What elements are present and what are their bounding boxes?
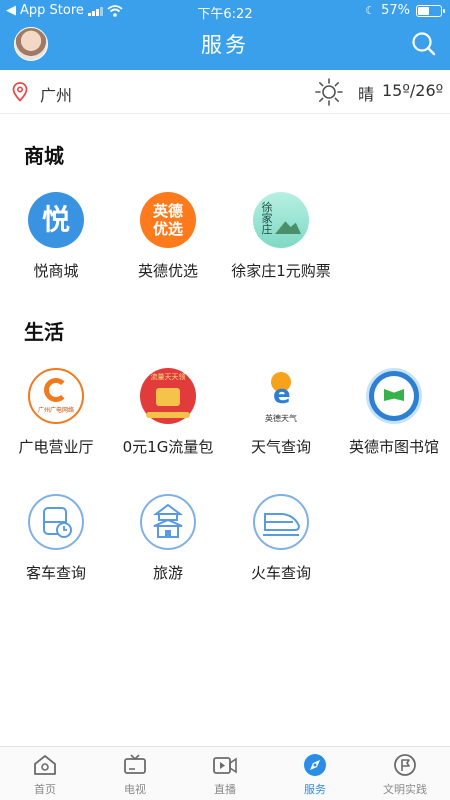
mountain-shape xyxy=(275,221,301,234)
section-title-life: 生活 xyxy=(24,320,64,344)
tab-home[interactable]: 首页 xyxy=(0,753,90,797)
status-right: ☾ 57% xyxy=(365,3,445,18)
tab-label: 直播 xyxy=(214,783,236,796)
tab-label: 服务 xyxy=(304,783,326,796)
search-icon[interactable] xyxy=(410,30,438,58)
e-logo: e xyxy=(273,380,291,410)
icon-text: 流量天天领 xyxy=(150,373,186,381)
tile-label: 徐家庄1元购票 xyxy=(231,262,331,280)
tile-library[interactable]: 英德市图书馆 xyxy=(338,368,450,457)
tile-label: 英德市图书馆 xyxy=(348,438,439,456)
icon-text: 英德天气 xyxy=(265,414,297,423)
yingde-youxuan-icon: 英德 优选 xyxy=(140,192,196,248)
bus-icon-graphic xyxy=(43,507,72,538)
bottom-tab-bar: 首页 电视 直播 服务 文明实践 xyxy=(0,746,450,800)
icon-text: 徐家庄 xyxy=(261,201,273,236)
tile-data-package[interactable]: 流量天天领 0元1G流量包 xyxy=(112,368,224,457)
tile-label: 广电营业厅 xyxy=(18,438,94,456)
icon-text: 英德 xyxy=(152,202,183,220)
tile-weather-query[interactable]: e 英德天气 天气查询 xyxy=(225,368,337,457)
tile-yingde-youxuan[interactable]: 英德 优选 英德优选 xyxy=(112,192,224,281)
header: ◀ App Store 下午6:22 ☾ 57% 服务 xyxy=(0,0,450,70)
tile-label: 火车查询 xyxy=(250,564,311,582)
weather-condition: 晴 xyxy=(358,85,375,104)
gift-box-shape xyxy=(156,388,180,406)
status-bar: ◀ App Store 下午6:22 ☾ 57% xyxy=(0,0,450,22)
tab-label: 文明实践 xyxy=(383,783,427,796)
tile-bus[interactable]: 客车查询 xyxy=(0,494,112,583)
page-title: 服务 xyxy=(201,33,249,57)
tile-train[interactable]: 火车查询 xyxy=(225,494,337,583)
tile-label: 0元1G流量包 xyxy=(122,438,214,456)
tv-icon xyxy=(124,754,146,774)
train-icon-graphic xyxy=(263,513,301,536)
tile-label: 英德优选 xyxy=(137,262,198,280)
xujiazhuang-icon: 徐家庄 xyxy=(253,192,309,248)
battery-percent: 57% xyxy=(381,3,410,18)
train-icon xyxy=(253,494,309,550)
weather-temperature: 15º/26º xyxy=(382,81,444,100)
battery-icon xyxy=(416,4,445,17)
g-logo xyxy=(44,378,68,402)
tile-label: 旅游 xyxy=(152,564,183,582)
tab-civilization[interactable]: 文明实践 xyxy=(360,753,450,797)
yue-mall-icon: 悦 xyxy=(28,192,84,248)
tile-travel[interactable]: 旅游 xyxy=(112,494,224,583)
temple-icon-graphic xyxy=(153,503,183,538)
live-icon xyxy=(213,757,237,774)
tab-service[interactable]: 服务 xyxy=(270,753,360,797)
banner-shape xyxy=(146,412,190,418)
weather-query-icon: e 英德天气 xyxy=(253,368,309,424)
section-title-mall: 商城 xyxy=(24,144,64,168)
library-icon xyxy=(366,368,422,424)
temple-icon xyxy=(140,494,196,550)
tab-tv[interactable]: 电视 xyxy=(90,753,180,797)
nav-bar: 服务 xyxy=(0,22,450,70)
tile-label: 悦商城 xyxy=(33,262,79,280)
tab-label: 电视 xyxy=(124,783,146,796)
moon-icon: ☾ xyxy=(365,4,376,17)
tab-label: 首页 xyxy=(34,783,56,796)
location-pin-icon[interactable] xyxy=(12,82,28,102)
icon-text: 优选 xyxy=(152,220,183,238)
bus-icon xyxy=(28,494,84,550)
flag-icon xyxy=(394,754,416,776)
tile-xujiazhuang[interactable]: 徐家庄 徐家庄1元购票 xyxy=(225,192,337,281)
guangdian-icon: 广州广电网络 xyxy=(28,368,84,424)
city-name[interactable]: 广州 xyxy=(40,82,72,106)
data-package-icon: 流量天天领 xyxy=(140,368,196,424)
compass-icon xyxy=(304,754,326,776)
tile-label: 客车查询 xyxy=(25,564,86,582)
location-bar: 广州 晴 15º/26º xyxy=(0,70,450,114)
battery-fill xyxy=(418,6,429,15)
tab-live[interactable]: 直播 xyxy=(180,753,270,797)
icon-text: 广州广电网络 xyxy=(37,407,74,414)
tile-label: 天气查询 xyxy=(250,438,311,456)
tile-yue-mall[interactable]: 悦 悦商城 xyxy=(0,192,112,281)
sun-icon xyxy=(315,78,343,106)
home-icon xyxy=(34,755,56,775)
tile-guangdian[interactable]: 广州广电网络 广电营业厅 xyxy=(0,368,112,457)
